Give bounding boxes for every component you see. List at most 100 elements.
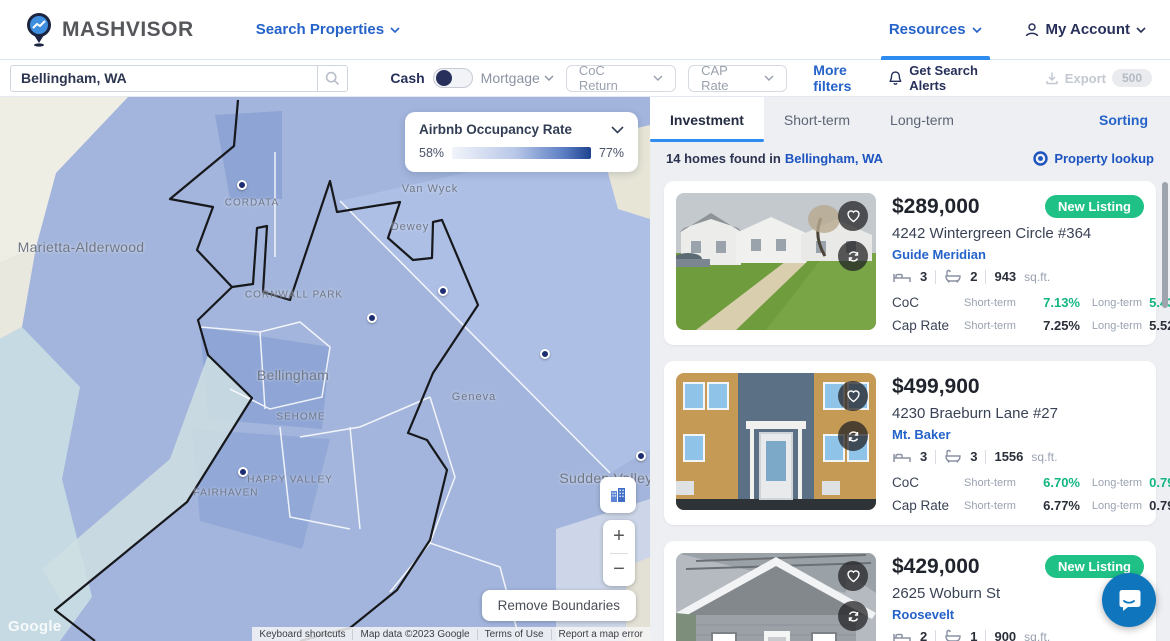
listing-metrics: CoC Short-term 7.13% Long-term 5.43% Cap… bbox=[892, 295, 1144, 333]
results-count: 14 homes found in bbox=[666, 151, 781, 166]
legend-min-value: 58% bbox=[419, 146, 444, 160]
zoom-out-button[interactable]: − bbox=[603, 554, 635, 587]
mortgage-dropdown[interactable]: Mortgage bbox=[481, 70, 554, 86]
listing-price: $289,000 bbox=[892, 195, 980, 219]
header-right-group: Resources My Account bbox=[889, 0, 1146, 60]
sqft-unit: sq.ft. bbox=[1024, 630, 1050, 641]
beds-count: 3 bbox=[920, 449, 927, 464]
bath-icon bbox=[944, 449, 962, 464]
listing-address: 4230 Braeburn Lane #27 bbox=[892, 405, 1144, 422]
new-listing-badge: New Listing bbox=[1045, 195, 1144, 218]
listing-card[interactable]: $429,000 New Listing 2625 Woburn St Roos… bbox=[664, 541, 1156, 641]
listing-photo[interactable] bbox=[676, 193, 876, 330]
compare-button[interactable] bbox=[838, 601, 868, 631]
map-data-label: Map data ©2023 Google bbox=[352, 629, 476, 640]
listing-card[interactable]: $499,900 4230 Braeburn Lane #27 Mt. Bake… bbox=[664, 361, 1156, 525]
long-term-label: Long-term bbox=[1080, 320, 1142, 332]
short-term-label: Short-term bbox=[964, 320, 1028, 332]
short-term-label: Short-term bbox=[964, 297, 1028, 309]
export-button[interactable]: Export 500 bbox=[1045, 69, 1152, 87]
terms-of-use-link[interactable]: Terms of Use bbox=[477, 629, 551, 640]
cash-mortgage-toggle[interactable] bbox=[433, 68, 473, 88]
results-scrollbar[interactable] bbox=[1162, 182, 1168, 308]
heart-icon bbox=[846, 569, 861, 583]
nav-resources[interactable]: Resources bbox=[889, 0, 982, 60]
cap-short-value: 6.77% bbox=[1028, 498, 1080, 513]
map-area-label: SEHOME bbox=[276, 412, 325, 423]
chat-launcher-button[interactable] bbox=[1102, 573, 1156, 627]
cap-short-value: 7.25% bbox=[1028, 318, 1080, 333]
listing-neighborhood-link[interactable]: Mt. Baker bbox=[892, 427, 1144, 442]
map-marker[interactable] bbox=[540, 349, 550, 359]
legend-metric-dropdown[interactable]: Airbnb Occupancy Rate bbox=[419, 122, 624, 137]
search-input[interactable] bbox=[11, 66, 317, 91]
listing-card[interactable]: $289,000 New Listing 4242 Wintergreen Ci… bbox=[664, 181, 1156, 345]
google-watermark: Google bbox=[8, 618, 61, 635]
filter-bar: Cash Mortgage CoC Return CAP Rate More f… bbox=[0, 60, 1170, 97]
chevron-down-icon bbox=[653, 75, 663, 81]
chevron-down-icon bbox=[1136, 27, 1146, 33]
map-canvas[interactable]: Van Wyck Dewey CORDATA Marietta-Alderwoo… bbox=[0, 97, 650, 641]
toggle-knob bbox=[436, 70, 452, 86]
listing-photo[interactable] bbox=[676, 373, 876, 510]
listing-specs: 3 2 943 sq.ft. bbox=[892, 269, 1144, 284]
map-area-label: Bellingham bbox=[257, 367, 329, 383]
mashvisor-logo[interactable]: MASHVISOR bbox=[24, 12, 194, 48]
search-button[interactable] bbox=[317, 66, 347, 91]
filter-bar-right: Get Search Alerts Export 500 bbox=[888, 63, 1160, 93]
more-filters-link[interactable]: More filters bbox=[813, 62, 888, 94]
baths-count: 1 bbox=[970, 629, 977, 641]
favorite-button[interactable] bbox=[838, 381, 868, 411]
listing-neighborhood-link[interactable]: Guide Meridian bbox=[892, 247, 1144, 262]
cap-rate-filter[interactable]: CAP Rate bbox=[688, 65, 787, 92]
tab-short-term[interactable]: Short-term bbox=[764, 97, 870, 142]
financing-toggle-group: Cash Mortgage bbox=[390, 68, 553, 88]
map-marker[interactable] bbox=[438, 286, 448, 296]
map-marker[interactable] bbox=[367, 313, 377, 323]
coc-return-filter[interactable]: CoC Return bbox=[566, 65, 676, 92]
map-attribution-bar: Keyboard shortcuts Map data ©2023 Google… bbox=[252, 627, 650, 641]
property-lookup-button[interactable]: Property lookup bbox=[1033, 151, 1154, 166]
map-marker[interactable] bbox=[636, 451, 646, 461]
favorite-button[interactable] bbox=[838, 201, 868, 231]
nav-search-properties[interactable]: Search Properties bbox=[256, 21, 400, 38]
cap-long-value: 5.52% bbox=[1142, 318, 1170, 333]
sorting-button[interactable]: Sorting bbox=[1077, 97, 1170, 142]
active-nav-underline bbox=[881, 56, 990, 60]
bath-icon bbox=[944, 269, 962, 284]
listing-price: $499,900 bbox=[892, 375, 980, 399]
compare-button[interactable] bbox=[838, 241, 868, 271]
chevron-down-icon bbox=[611, 126, 624, 134]
map-legend-card: Airbnb Occupancy Rate 58% 77% bbox=[405, 112, 638, 172]
brand-name: MASHVISOR bbox=[62, 18, 194, 42]
mashvisor-pin-icon bbox=[24, 12, 54, 48]
coc-long-value: 0.79% bbox=[1142, 475, 1170, 490]
remove-boundaries-button[interactable]: Remove Boundaries bbox=[482, 590, 636, 621]
coc-short-value: 7.13% bbox=[1028, 295, 1080, 310]
listing-info: $499,900 4230 Braeburn Lane #27 Mt. Bake… bbox=[892, 373, 1144, 513]
heart-icon bbox=[846, 389, 861, 403]
results-location-link[interactable]: Bellingham, WA bbox=[785, 151, 883, 166]
listing-metrics: CoC Short-term 6.70% Long-term 0.79% Cap… bbox=[892, 475, 1144, 513]
nav-my-account[interactable]: My Account bbox=[1024, 21, 1146, 38]
map-area-label: CORDATA bbox=[225, 198, 279, 209]
coc-label: CoC bbox=[892, 295, 964, 310]
compare-button[interactable] bbox=[838, 421, 868, 451]
favorite-button[interactable] bbox=[838, 561, 868, 591]
listing-photo[interactable] bbox=[676, 553, 876, 641]
results-summary-row: 14 homes found in Bellingham, WA Propert… bbox=[650, 142, 1170, 175]
tab-investment[interactable]: Investment bbox=[650, 97, 764, 142]
map-marker[interactable] bbox=[238, 467, 248, 477]
neighborhood-layer-button[interactable] bbox=[600, 477, 636, 513]
cap-rate-label: Cap Rate bbox=[892, 498, 964, 513]
chevron-down-icon bbox=[764, 75, 774, 81]
report-map-error-link[interactable]: Report a map error bbox=[551, 629, 650, 640]
get-search-alerts-button[interactable]: Get Search Alerts bbox=[888, 63, 1016, 93]
legend-scale: 58% 77% bbox=[419, 146, 624, 160]
map-marker[interactable] bbox=[237, 180, 247, 190]
keyboard-shortcuts-link[interactable]: Keyboard shortcuts bbox=[252, 629, 352, 640]
tab-long-term[interactable]: Long-term bbox=[870, 97, 974, 142]
zoom-in-button[interactable]: + bbox=[603, 520, 635, 553]
short-term-label: Short-term bbox=[964, 500, 1028, 512]
long-term-label: Long-term bbox=[1080, 477, 1142, 489]
